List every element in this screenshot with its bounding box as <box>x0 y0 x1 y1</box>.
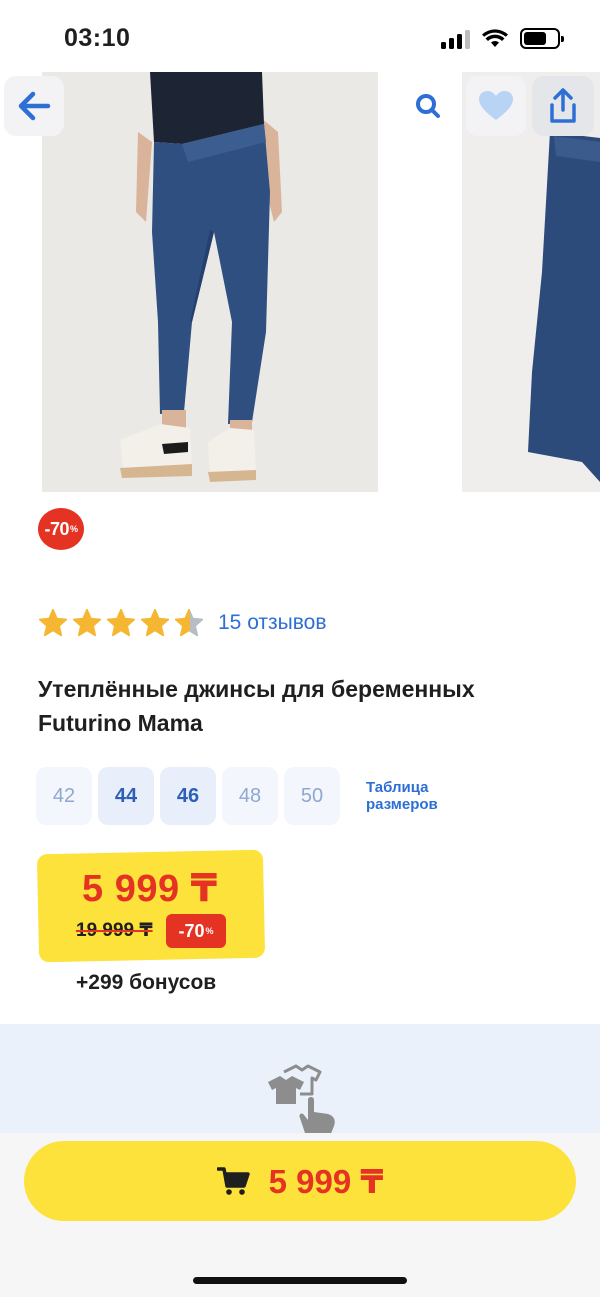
price-discount-unit: % <box>205 926 214 936</box>
size-option[interactable]: 42 <box>36 767 92 825</box>
share-button[interactable] <box>532 76 594 136</box>
back-button[interactable] <box>4 76 64 136</box>
product-photo[interactable] <box>42 72 378 492</box>
star-icon <box>72 608 102 637</box>
size-option[interactable]: 48 <box>222 767 278 825</box>
size-option[interactable]: 44 <box>98 767 154 825</box>
size-option[interactable]: 50 <box>284 767 340 825</box>
size-option[interactable]: 46 <box>160 767 216 825</box>
reviews-link[interactable]: 15 отзывов <box>218 611 327 635</box>
size-table-link[interactable]: Таблица размеров <box>366 779 456 813</box>
add-to-cart-button[interactable]: 5 999 ₸ <box>24 1141 576 1221</box>
star-half-icon <box>174 608 204 637</box>
status-time: 03:10 <box>64 24 131 52</box>
favorite-button[interactable] <box>466 76 526 136</box>
price-discount-value: -70 <box>178 920 205 941</box>
price-current: 5 999 ₸ <box>82 868 218 910</box>
cart-icon <box>216 1167 250 1195</box>
tap-to-try-icon[interactable] <box>262 1064 342 1136</box>
rating[interactable]: 15 отзывов <box>38 608 327 638</box>
search-icon <box>416 94 440 118</box>
star-icon <box>38 608 68 637</box>
share-icon <box>550 88 576 123</box>
search-button[interactable] <box>402 80 454 132</box>
discount-badge-value: -70 <box>44 518 69 539</box>
discount-badge: -70% <box>38 508 84 550</box>
wifi-icon <box>482 28 508 47</box>
buy-button-price: 5 999 ₸ <box>268 1162 384 1200</box>
arrow-left-icon <box>18 91 51 121</box>
home-indicator <box>193 1277 407 1284</box>
bonus-points: +299 бонусов <box>76 971 217 994</box>
size-selector: 42 44 46 48 50 Таблица размеров <box>36 767 456 825</box>
price-old: 19 999 ₸ <box>76 920 153 941</box>
price-discount-tag: -70% <box>166 914 226 948</box>
battery-icon <box>520 28 564 49</box>
star-icon <box>140 608 170 637</box>
rating-stars <box>38 608 204 638</box>
product-title: Утеплённые джинсы для беременных Futurin… <box>38 676 475 736</box>
signal-icon <box>441 29 470 49</box>
status-icons <box>441 28 564 49</box>
status-bar: 03:10 <box>0 0 600 72</box>
heart-icon <box>479 91 513 120</box>
discount-badge-unit: % <box>70 524 78 534</box>
star-icon <box>106 608 136 637</box>
